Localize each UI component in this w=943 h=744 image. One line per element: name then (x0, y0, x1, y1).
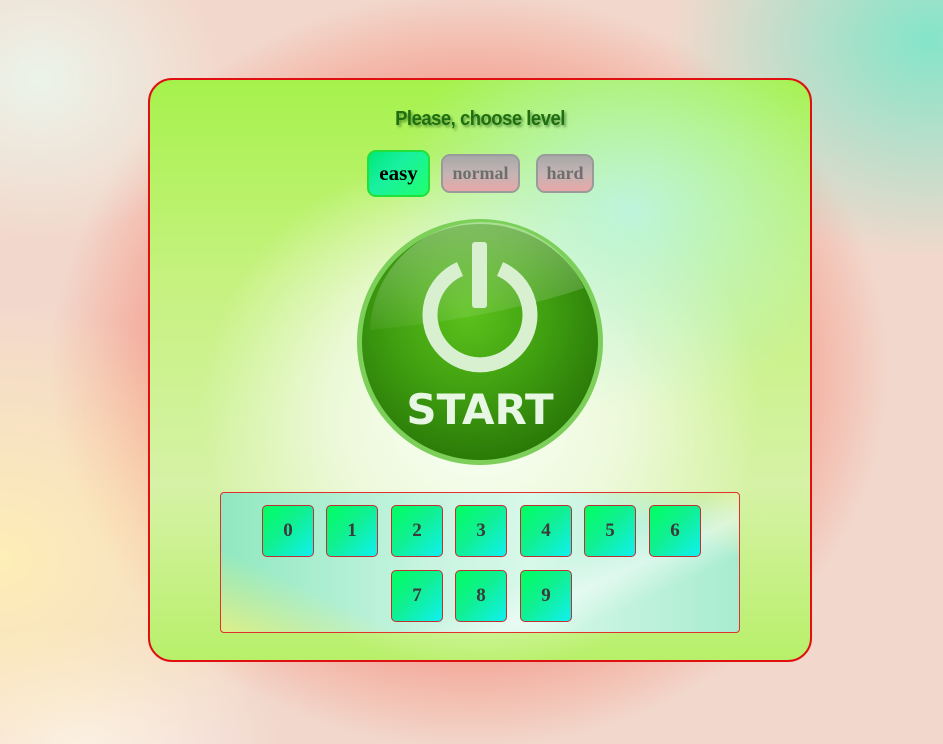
level-button-hard[interactable]: hard (536, 154, 594, 193)
start-button[interactable]: START (356, 218, 604, 466)
digit-button-3[interactable]: 3 (455, 505, 507, 557)
digit-button-0[interactable]: 0 (262, 505, 314, 557)
page-title: Please, choose level (395, 108, 565, 130)
start-button-graphic: START (357, 219, 603, 465)
level-button-easy[interactable]: easy (367, 150, 430, 197)
digit-button-1[interactable]: 1 (326, 505, 378, 557)
level-button-normal[interactable]: normal (441, 154, 520, 193)
digit-keypad: 0 1 2 3 4 5 6 7 8 9 (220, 492, 740, 633)
digit-button-7[interactable]: 7 (391, 570, 443, 622)
digit-button-2[interactable]: 2 (391, 505, 443, 557)
digit-button-4[interactable]: 4 (520, 505, 572, 557)
level-selector: easy normal hard (150, 150, 810, 198)
start-label: START (406, 385, 554, 434)
digit-button-9[interactable]: 9 (520, 570, 572, 622)
digit-button-6[interactable]: 6 (649, 505, 701, 557)
game-panel: Please, choose level easy normal hard ST… (148, 78, 812, 662)
digit-button-5[interactable]: 5 (584, 505, 636, 557)
digit-button-8[interactable]: 8 (455, 570, 507, 622)
